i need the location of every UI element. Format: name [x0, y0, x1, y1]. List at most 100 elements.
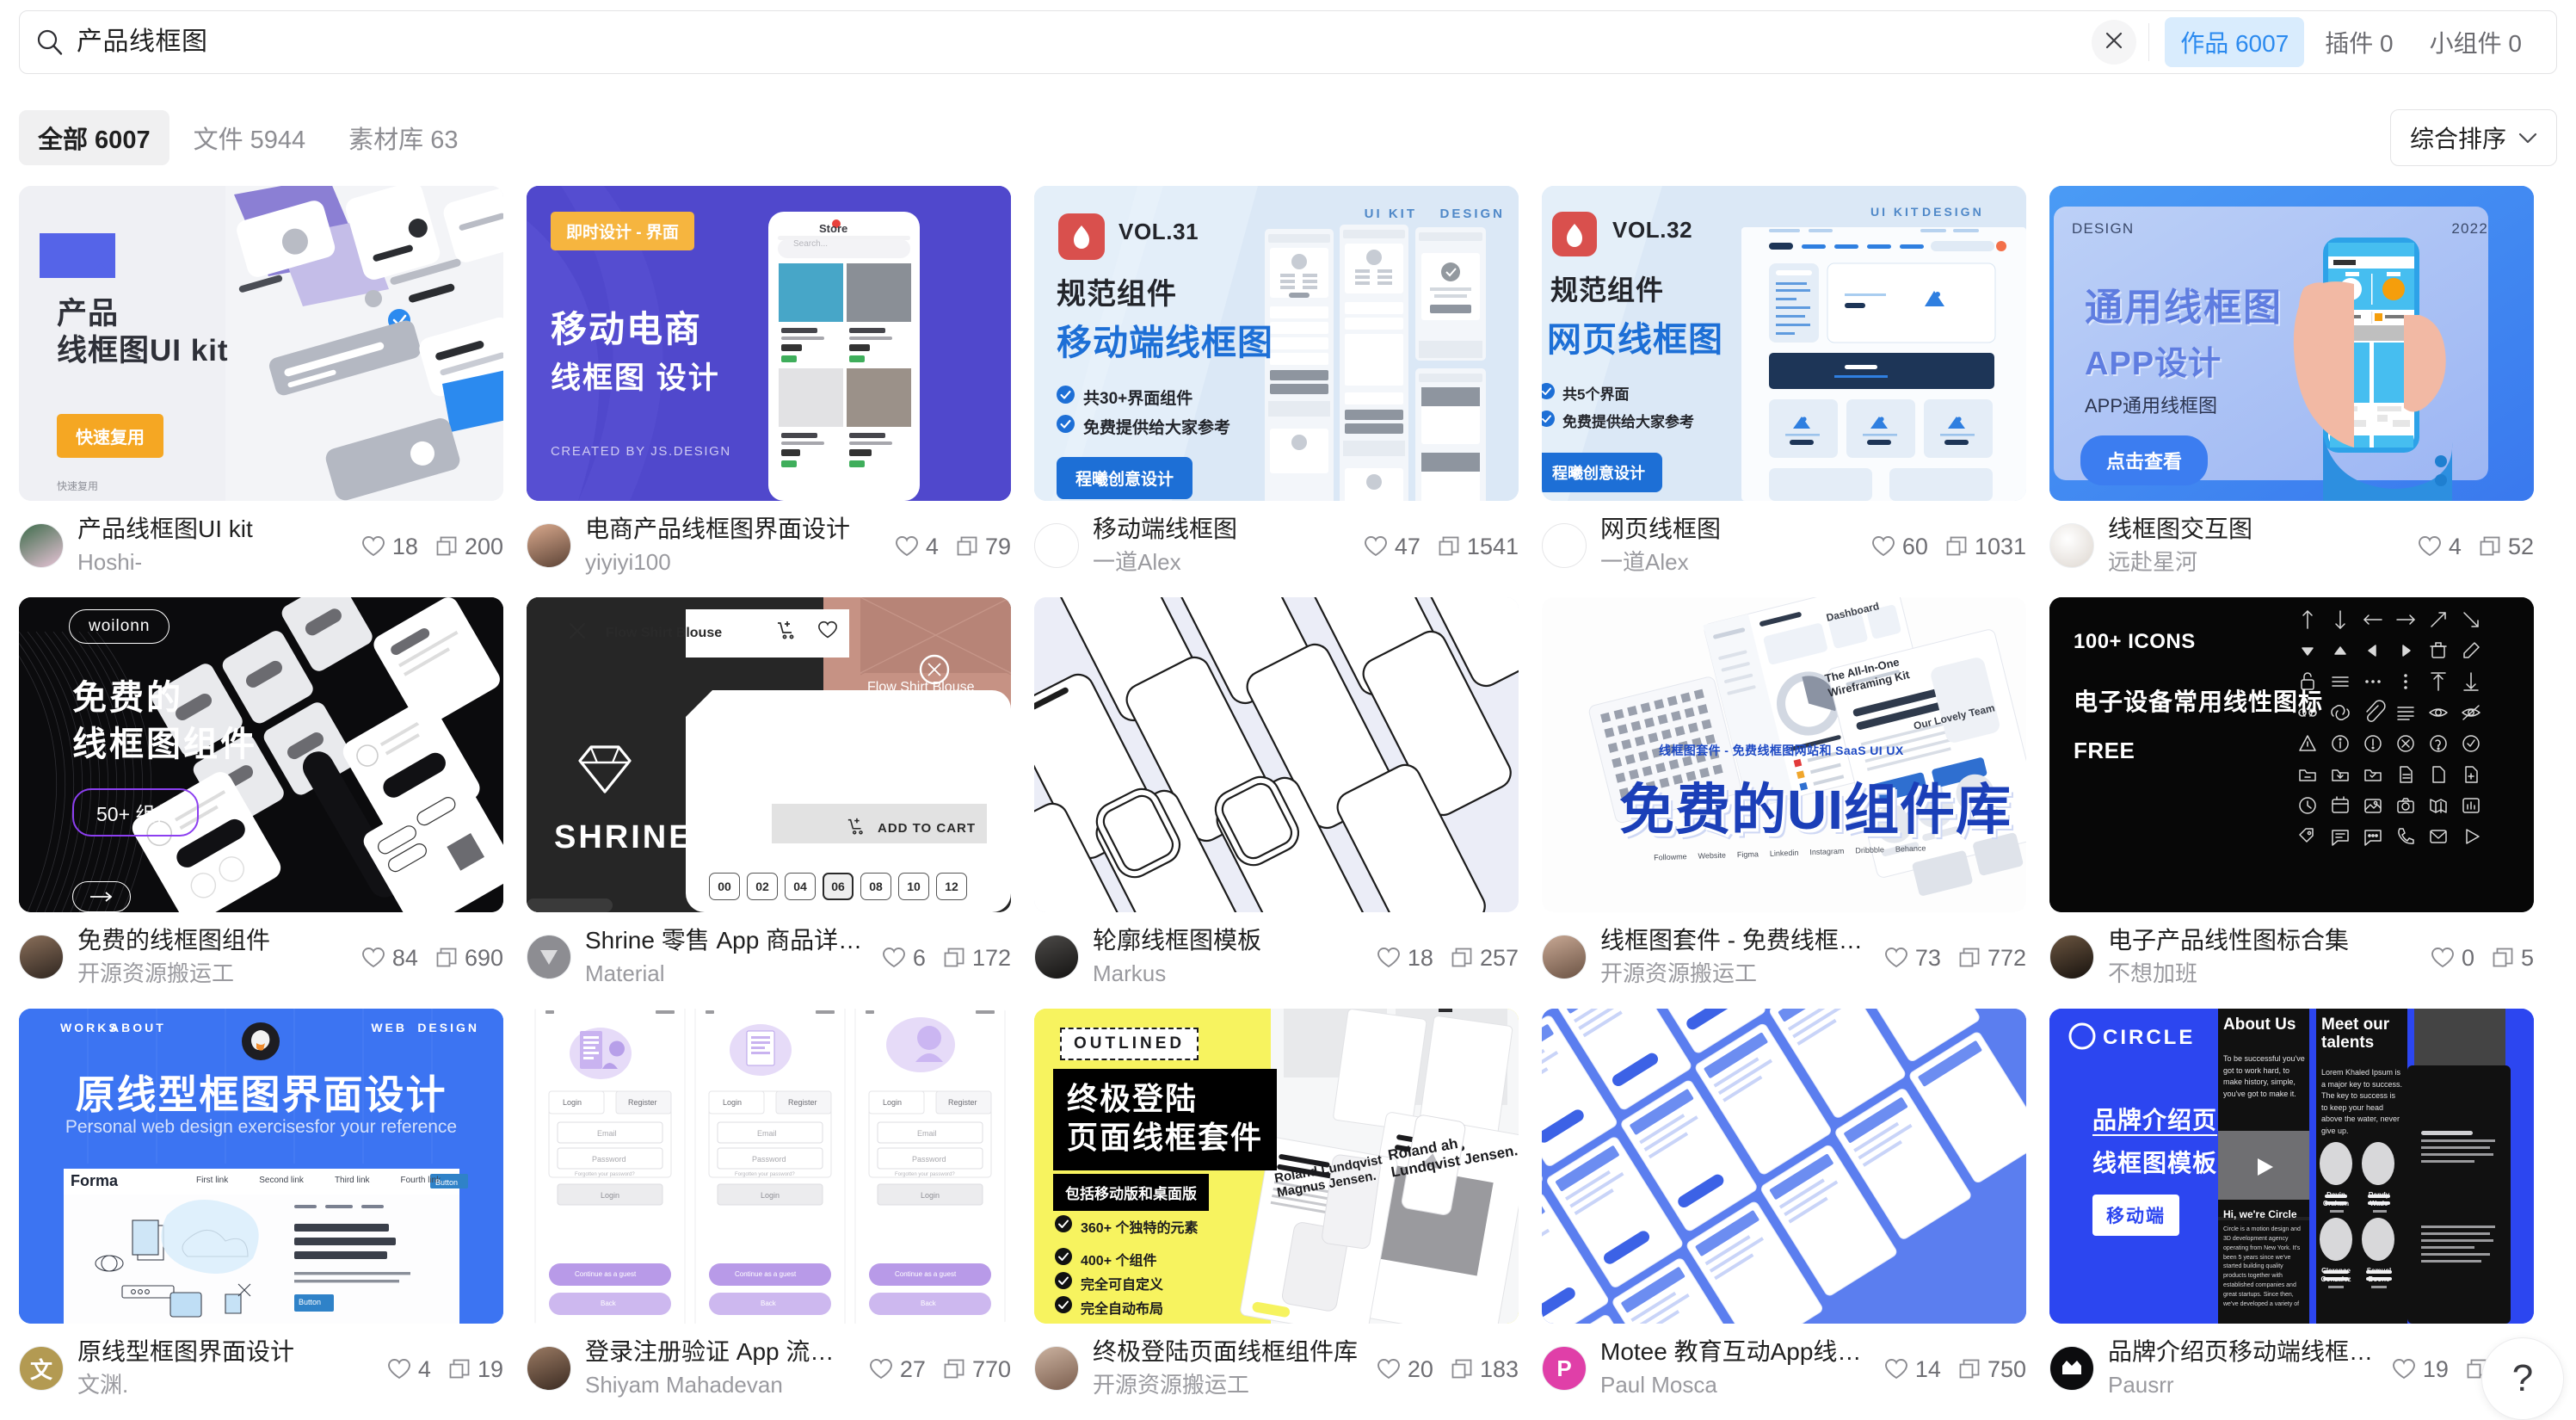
card-author[interactable]: yiyiyi100 — [585, 549, 881, 576]
card-thumbnail[interactable]: OUTLINED 终极登陆 页面线框套件 包括移动版和桌面版 360+ 个独特的… — [1034, 1009, 1519, 1324]
card-thumbnail[interactable]: Flow Shirt Blouse Flow Shirt Blouse $240… — [527, 597, 1011, 912]
avatar[interactable] — [19, 523, 64, 568]
copy-icon — [943, 1358, 965, 1380]
card-title[interactable]: 电子产品线性图标合集 — [2108, 927, 2417, 954]
result-card[interactable]: 100+ ICONS 电子设备常用线性图标 FREE 电子产品线性图标合集 不想… — [2049, 597, 2534, 988]
card-title[interactable]: 线框图套件 - 免费线框图网站… — [1600, 927, 1870, 954]
result-card[interactable]: WORKS ABOUT WEB DESIGN 原线型框图界面设计 Persona… — [19, 1009, 503, 1399]
card-title[interactable]: 原线型框图界面设计 — [77, 1338, 373, 1366]
search-input[interactable]: 产品线框图 — [77, 11, 2092, 73]
filter-tab-all[interactable]: 全部 6007 — [19, 110, 169, 165]
sort-dropdown[interactable]: 综合排序 — [2390, 109, 2557, 166]
avatar[interactable] — [527, 1346, 571, 1391]
result-card[interactable]: DESIGN 2022 通用线框图 APP设计 APP通用线框图 点击查看 线框… — [2049, 186, 2534, 577]
result-card[interactable]: woilonn 免费的 线框图组件 50+ 组件 免费的线框图组件 开源资源搬运… — [19, 597, 503, 988]
avatar[interactable]: 文 — [19, 1346, 64, 1391]
scope-tab-widgets[interactable]: 小组件 0 — [2414, 17, 2537, 67]
card-title[interactable]: Shrine 零售 App 商品详情线… — [585, 927, 868, 954]
card-author[interactable]: Pausrr — [2108, 1372, 2378, 1398]
card-thumbnail[interactable]: WORKS ABOUT WEB DESIGN 原线型框图界面设计 Persona… — [19, 1009, 503, 1324]
card-author[interactable]: 文渊. — [77, 1372, 373, 1398]
card-title[interactable]: 电商产品线框图界面设计 — [585, 516, 881, 543]
card-thumbnail[interactable]: VOL.32 UI KIT DESIGN 规范组件 网页线框图 共5个界面 免费… — [1542, 186, 2026, 501]
card-title[interactable]: 品牌介绍页移动端线框图模板 — [2108, 1338, 2378, 1366]
card-author[interactable]: 开源资源搬运工 — [1600, 960, 1870, 987]
like-count: 19 — [2423, 1356, 2449, 1383]
avatar[interactable] — [1034, 935, 1079, 979]
card-thumbnail[interactable]: Login Register Email Password Forgotten … — [527, 1009, 1011, 1324]
close-icon — [568, 621, 587, 645]
result-card[interactable]: 线框图套件 - 免费线框图网站和 SaaS UI UX 免费的UI组件库 The… — [1542, 597, 2026, 988]
card-thumbnail[interactable]: CIRCLE 品牌介绍页 线框图模板 移动端 About Us To be su… — [2049, 1009, 2534, 1324]
filter-tab-files[interactable]: 文件 5944 — [175, 110, 325, 165]
card-author[interactable]: 开源资源搬运工 — [77, 960, 348, 987]
card-thumbnail[interactable]: VOL.31 UI KIT DESIGN 规范组件 移动端线框图 共30+界面组… — [1034, 186, 1519, 501]
card-title[interactable]: 线框图交互图 — [2108, 516, 2404, 543]
avatar[interactable] — [2049, 523, 2094, 568]
card-author[interactable]: 不想加班 — [2108, 960, 2417, 987]
artwork-login-button: Login — [761, 1191, 780, 1200]
card-thumbnail[interactable] — [1034, 597, 1519, 912]
card-author[interactable]: Material — [585, 960, 868, 987]
card-title[interactable]: Motee 教育互动App线框图 — [1600, 1338, 1870, 1366]
filter-tab-library[interactable]: 素材库 63 — [330, 110, 477, 165]
card-title[interactable]: 终极登陆页面线框组件库 — [1093, 1338, 1363, 1366]
card-author[interactable]: 开源资源搬运工 — [1093, 1372, 1363, 1398]
card-author[interactable]: Hoshi- — [77, 549, 348, 576]
avatar[interactable] — [1034, 523, 1079, 568]
card-author[interactable]: 远赴星河 — [2108, 549, 2404, 576]
like-count: 27 — [900, 1356, 926, 1383]
avatar[interactable] — [1542, 523, 1587, 568]
artwork-subheadline: 线框图模板 — [2092, 1145, 2217, 1179]
avatar[interactable] — [1034, 1346, 1079, 1391]
diamond-icon — [576, 744, 633, 800]
card-author[interactable]: 一道Alex — [1093, 549, 1350, 576]
card-title[interactable]: 免费的线框图组件 — [77, 927, 348, 954]
card-thumbnail[interactable]: 100+ ICONS 电子设备常用线性图标 FREE — [2049, 597, 2534, 912]
card-author[interactable]: 一道Alex — [1600, 549, 1858, 576]
artwork-store-label: Store — [819, 222, 847, 235]
copy-count: 1031 — [1975, 534, 2026, 560]
card-title[interactable]: 轮廓线框图模板 — [1093, 927, 1363, 954]
result-card[interactable]: 产品 线框图UI kit 快速复用 快速复用 产品线框图UI kit Hoshi… — [19, 186, 503, 577]
avatar[interactable] — [2049, 935, 2094, 979]
search-bar[interactable]: 产品线框图 作品 6007 插件 0 小组件 0 — [19, 10, 2557, 74]
result-card[interactable]: VOL.32 UI KIT DESIGN 规范组件 网页线框图 共5个界面 免费… — [1542, 186, 2026, 577]
artwork-guest-button: Continue as a guest — [735, 1270, 796, 1278]
result-card[interactable]: Flow Shirt Blouse Flow Shirt Blouse $240… — [527, 597, 1011, 988]
size-option: 08 — [860, 873, 891, 900]
card-title[interactable]: 移动端线框图 — [1093, 516, 1350, 543]
result-card[interactable]: 轮廓线框图模板 Markus 18 257 — [1034, 597, 1519, 988]
avatar[interactable]: P — [1542, 1346, 1587, 1391]
avatar[interactable] — [527, 935, 571, 979]
card-thumbnail[interactable]: 即时设计 - 界面 移动电商 线框图 设计 CREATED BY JS.DESI… — [527, 186, 1011, 501]
card-title[interactable]: 登录注册验证 App 流程线框图 — [585, 1338, 855, 1366]
clear-search-button[interactable] — [2092, 20, 2136, 65]
avatar[interactable] — [19, 935, 64, 979]
artwork-headline: 免费的UI组件库 — [1619, 766, 2012, 845]
result-card[interactable]: Login Register Email Password Forgotten … — [527, 1009, 1011, 1399]
result-card[interactable]: 即时设计 - 界面 移动电商 线框图 设计 CREATED BY JS.DESI… — [527, 186, 1011, 577]
result-card[interactable]: P Motee 教育互动App线框图 Paul Mosca 14 750 — [1542, 1009, 2026, 1399]
card-author[interactable]: Markus — [1093, 960, 1363, 987]
result-card[interactable]: VOL.31 UI KIT DESIGN 规范组件 移动端线框图 共30+界面组… — [1034, 186, 1519, 577]
result-card[interactable]: OUTLINED 终极登陆 页面线框套件 包括移动版和桌面版 360+ 个独特的… — [1034, 1009, 1519, 1399]
card-thumbnail[interactable]: 产品 线框图UI kit 快速复用 快速复用 — [19, 186, 503, 501]
card-author[interactable]: Shiyam Mahadevan — [585, 1372, 855, 1398]
heart-icon — [817, 620, 838, 644]
avatar[interactable] — [1542, 935, 1587, 979]
card-thumbnail[interactable]: 线框图套件 - 免费线框图网站和 SaaS UI UX 免费的UI组件库 The… — [1542, 597, 2026, 912]
card-thumbnail[interactable]: woilonn 免费的 线框图组件 50+ 组件 — [19, 597, 503, 912]
card-thumbnail[interactable] — [1542, 1009, 2026, 1324]
card-title[interactable]: 产品线框图UI kit — [77, 516, 348, 543]
avatar[interactable] — [2049, 1346, 2094, 1391]
copy-stat: 79 — [956, 534, 1011, 560]
scope-tab-works[interactable]: 作品 6007 — [2165, 17, 2304, 67]
card-author[interactable]: Paul Mosca — [1600, 1372, 1870, 1398]
avatar[interactable] — [527, 523, 571, 568]
result-card[interactable]: CIRCLE 品牌介绍页 线框图模板 移动端 About Us To be su… — [2049, 1009, 2534, 1399]
card-title[interactable]: 网页线框图 — [1600, 516, 1858, 543]
help-button[interactable]: ? — [2481, 1337, 2564, 1420]
scope-tab-plugins[interactable]: 插件 0 — [2309, 17, 2408, 67]
card-thumbnail[interactable]: DESIGN 2022 通用线框图 APP设计 APP通用线框图 点击查看 — [2049, 186, 2534, 501]
